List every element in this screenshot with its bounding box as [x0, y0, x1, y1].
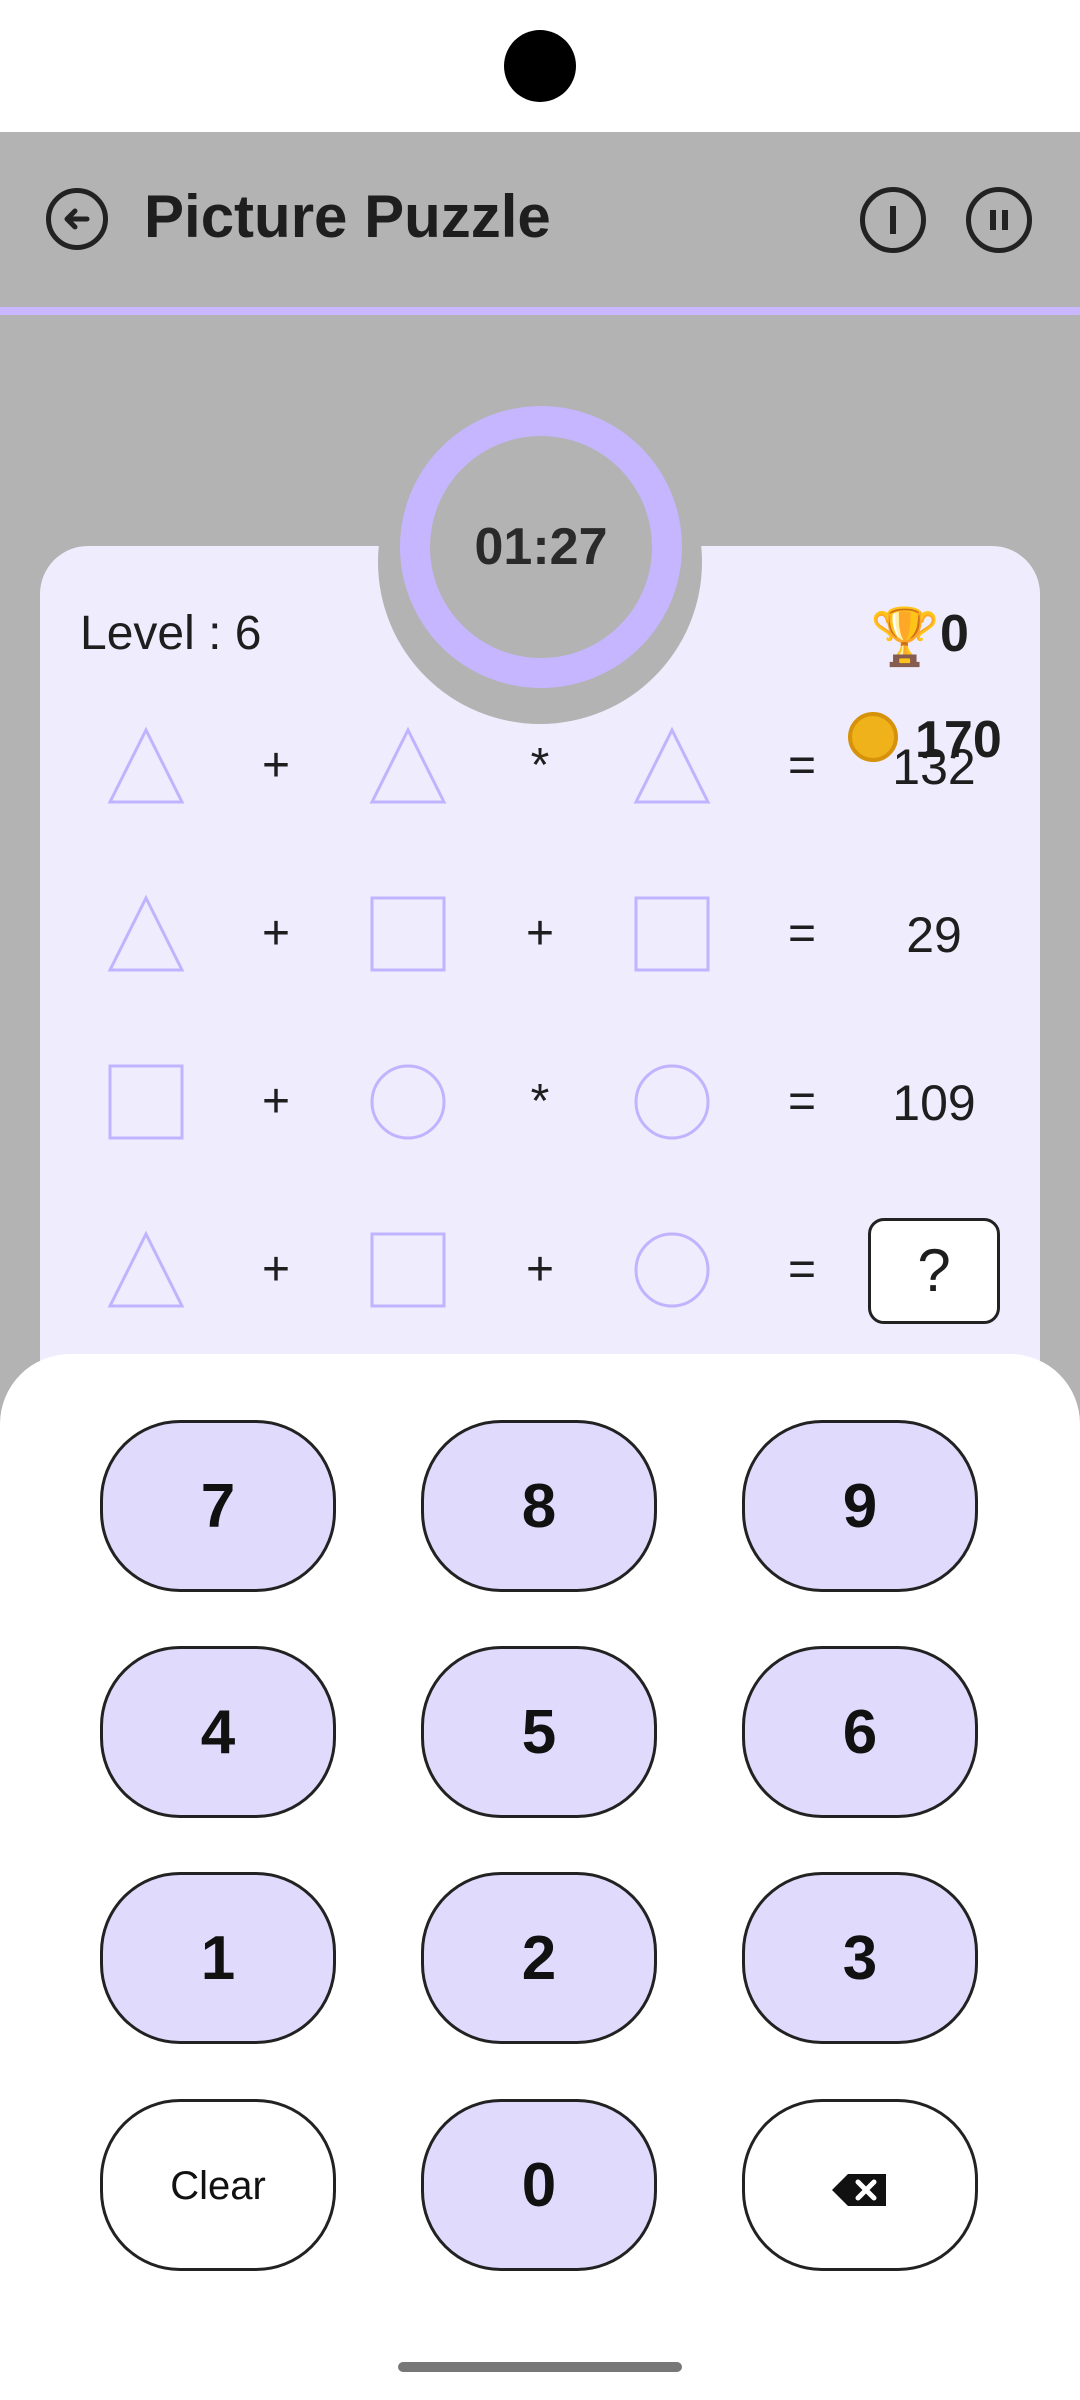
home-indicator[interactable] — [398, 2362, 682, 2372]
key-2[interactable]: 2 — [421, 1872, 657, 2044]
operator: + — [261, 907, 291, 960]
key-6[interactable]: 6 — [742, 1646, 978, 1818]
back-arrow-icon — [64, 208, 90, 230]
circle-icon — [634, 1064, 710, 1140]
operator: * — [530, 739, 550, 792]
answer-box[interactable]: ? — [868, 1218, 1000, 1324]
info-icon — [890, 206, 896, 234]
page-title: Picture Puzzle — [144, 183, 551, 250]
key-7[interactable]: 7 — [100, 1420, 336, 1592]
key-3[interactable]: 3 — [742, 1872, 978, 2044]
trophy-count: 0 — [940, 605, 969, 663]
keypad-panel: 7 8 9 4 5 6 1 2 3 Clear 0 — [0, 1354, 1080, 2400]
operator: + — [261, 1075, 291, 1128]
triangle-icon — [107, 726, 185, 804]
equals-sign: = — [787, 739, 817, 792]
equation-result: 132 — [892, 739, 976, 795]
status-bar — [0, 0, 1080, 132]
circle-icon — [634, 1232, 710, 1308]
key-8[interactable]: 8 — [421, 1420, 657, 1592]
circle-icon — [370, 1064, 446, 1140]
key-9[interactable]: 9 — [742, 1420, 978, 1592]
equation-result: 29 — [906, 907, 962, 963]
backspace-icon — [832, 2173, 886, 2206]
trophy-icon: 🏆 — [870, 605, 940, 668]
operator: * — [530, 1075, 550, 1128]
back-button[interactable] — [46, 188, 108, 250]
triangle-icon — [107, 1230, 185, 1308]
key-0[interactable]: 0 — [421, 2099, 657, 2271]
operator: + — [525, 1243, 555, 1296]
pause-button[interactable] — [966, 187, 1032, 253]
equals-sign: = — [787, 1243, 817, 1296]
pause-icon — [990, 210, 1008, 230]
info-button[interactable] — [860, 187, 926, 253]
triangle-icon — [369, 726, 447, 804]
operator: + — [261, 1243, 291, 1296]
square-icon — [370, 896, 446, 972]
backspace-button[interactable] — [742, 2099, 978, 2271]
key-4[interactable]: 4 — [100, 1646, 336, 1818]
level-label: Level : 6 — [80, 607, 262, 660]
square-icon — [108, 1064, 184, 1140]
clear-button[interactable]: Clear — [100, 2099, 336, 2271]
triangle-icon — [633, 726, 711, 804]
operator: + — [261, 739, 291, 792]
equation-result: 109 — [892, 1075, 976, 1131]
timer-text: 01:27 — [474, 518, 608, 576]
equals-sign: = — [787, 907, 817, 960]
triangle-icon — [107, 894, 185, 972]
key-5[interactable]: 5 — [421, 1646, 657, 1818]
operator: + — [525, 907, 555, 960]
square-icon — [370, 1232, 446, 1308]
header-divider — [0, 307, 1080, 315]
key-1[interactable]: 1 — [100, 1872, 336, 2044]
equals-sign: = — [787, 1075, 817, 1128]
camera-cutout — [504, 30, 576, 102]
square-icon — [634, 896, 710, 972]
